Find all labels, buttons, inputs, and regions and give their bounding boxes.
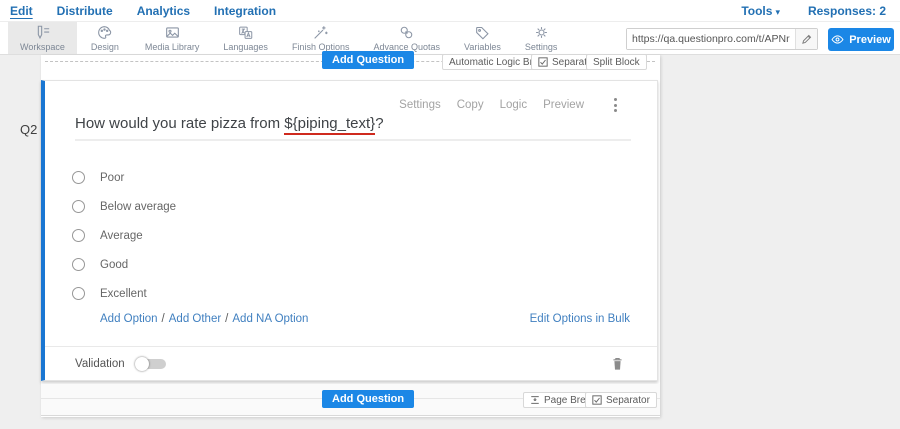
workspace-panel: Add Question Automatic Logic Break Separ…	[41, 55, 660, 417]
question-text-before: How would you rate pizza from	[75, 115, 284, 132]
option-label[interactable]: Average	[100, 230, 143, 242]
add-other-link[interactable]: Add Other	[169, 313, 221, 325]
toolbar-item-label: Design	[91, 42, 119, 52]
link-separator: /	[225, 313, 228, 325]
toolbar-item-media-library[interactable]: Media Library	[133, 22, 212, 54]
radio-button[interactable]	[72, 229, 85, 242]
page-break-icon	[530, 395, 540, 405]
responses-link[interactable]: Responses: 2	[808, 4, 886, 18]
question-text-editor[interactable]: How would you rate pizza from ${piping_t…	[75, 115, 631, 141]
toggle-knob	[135, 357, 149, 371]
option-row: Good	[72, 250, 176, 279]
option-label[interactable]: Good	[100, 259, 128, 271]
toolbar-item-languages[interactable]: Languages	[211, 22, 280, 54]
question-text-after: ?	[375, 115, 383, 132]
nav-right-group: Tools▾ Responses: 2	[741, 4, 890, 18]
tools-label: Tools	[741, 4, 772, 18]
design-icon	[96, 25, 113, 40]
eye-icon	[831, 34, 844, 45]
radio-button[interactable]	[72, 258, 85, 271]
option-label[interactable]: Poor	[100, 172, 124, 184]
toolbar-item-finish-options[interactable]: Finish Options	[280, 22, 362, 54]
nav-tab-edit[interactable]: Edit	[10, 4, 33, 18]
validation-label: Validation	[75, 358, 125, 370]
more-options-kebab-icon[interactable]	[612, 96, 619, 114]
question-card-footer: Validation	[45, 346, 657, 380]
toolbar-item-label: Languages	[223, 42, 268, 52]
advance-quotas-icon	[398, 25, 415, 40]
survey-url-input[interactable]	[627, 29, 795, 49]
settings-icon	[533, 25, 550, 40]
option-row: Excellent	[72, 279, 176, 308]
nav-tab-integration[interactable]: Integration	[214, 4, 276, 18]
toolbar-item-variables[interactable]: Variables	[452, 22, 513, 54]
radio-button[interactable]	[72, 200, 85, 213]
split-block-label: Split Block	[593, 57, 640, 68]
toolbar-item-label: Advance Quotas	[373, 42, 440, 52]
option-row: Poor	[72, 163, 176, 192]
workspace-icon	[34, 25, 51, 40]
checkbox-checked-icon	[538, 57, 548, 67]
toolbar-item-advance-quotas[interactable]: Advance Quotas	[361, 22, 452, 54]
survey-url-box	[626, 28, 818, 50]
question-card: Settings Copy Logic Preview How would yo…	[41, 80, 658, 381]
split-block-button[interactable]: Split Block	[586, 54, 647, 70]
pencil-icon	[801, 33, 813, 45]
question-logic-button[interactable]: Logic	[500, 99, 528, 111]
nav-tab-analytics[interactable]: Analytics	[137, 4, 190, 18]
checkbox-checked-icon	[592, 395, 602, 405]
question-card-actions: Settings Copy Logic Preview	[399, 96, 619, 114]
toolbar-item-design[interactable]: Design	[77, 22, 133, 54]
question-copy-button[interactable]: Copy	[457, 99, 484, 111]
validation-toggle[interactable]	[135, 357, 167, 371]
add-question-button-bottom[interactable]: Add Question	[322, 390, 414, 408]
question-settings-button[interactable]: Settings	[399, 99, 441, 111]
option-label[interactable]: Excellent	[100, 288, 147, 300]
finish-options-icon	[312, 25, 329, 40]
answer-options-list: Poor Below average Average Good Excellen…	[72, 163, 176, 308]
separator-toggle-button-bottom[interactable]: Separator	[585, 392, 657, 408]
piping-token[interactable]: ${piping_text}	[284, 115, 375, 135]
edit-url-button[interactable]	[795, 29, 817, 49]
add-option-links: Add Option / Add Other / Add NA Option	[100, 313, 308, 325]
media-library-icon	[164, 25, 181, 40]
variables-icon	[474, 25, 491, 40]
radio-button[interactable]	[72, 287, 85, 300]
radio-button[interactable]	[72, 171, 85, 184]
toolbar-item-settings[interactable]: Settings	[513, 22, 570, 54]
option-row: Average	[72, 221, 176, 250]
top-navigation: Edit Distribute Analytics Integration To…	[0, 0, 900, 22]
preview-button[interactable]: Preview	[828, 28, 894, 51]
add-na-option-link[interactable]: Add NA Option	[232, 313, 308, 325]
add-question-button-top[interactable]: Add Question	[322, 51, 414, 69]
trash-icon	[611, 356, 624, 371]
separator-label: Separator	[606, 395, 650, 406]
nav-tab-distribute[interactable]: Distribute	[57, 4, 113, 18]
question-number-label: Q2	[20, 122, 37, 137]
toolbar-item-label: Settings	[525, 42, 558, 52]
toolbar-item-label: Workspace	[20, 42, 65, 52]
edit-options-in-bulk-link[interactable]: Edit Options in Bulk	[530, 313, 630, 325]
caret-down-icon: ▾	[775, 7, 780, 18]
option-label[interactable]: Below average	[100, 201, 176, 213]
option-row: Below average	[72, 192, 176, 221]
tools-menu[interactable]: Tools▾	[741, 4, 780, 18]
delete-question-button[interactable]	[611, 356, 624, 371]
link-separator: /	[162, 313, 165, 325]
toolbar-item-label: Finish Options	[292, 42, 350, 52]
preview-label: Preview	[849, 34, 891, 46]
add-option-link[interactable]: Add Option	[100, 313, 158, 325]
toolbar-item-label: Variables	[464, 42, 501, 52]
question-preview-button[interactable]: Preview	[543, 99, 584, 111]
languages-icon	[237, 25, 254, 40]
questionpro-edit-screen: Edit Distribute Analytics Integration To…	[0, 0, 900, 429]
toolbar-item-label: Media Library	[145, 42, 200, 52]
toolbar-item-workspace[interactable]: Workspace	[8, 22, 77, 54]
